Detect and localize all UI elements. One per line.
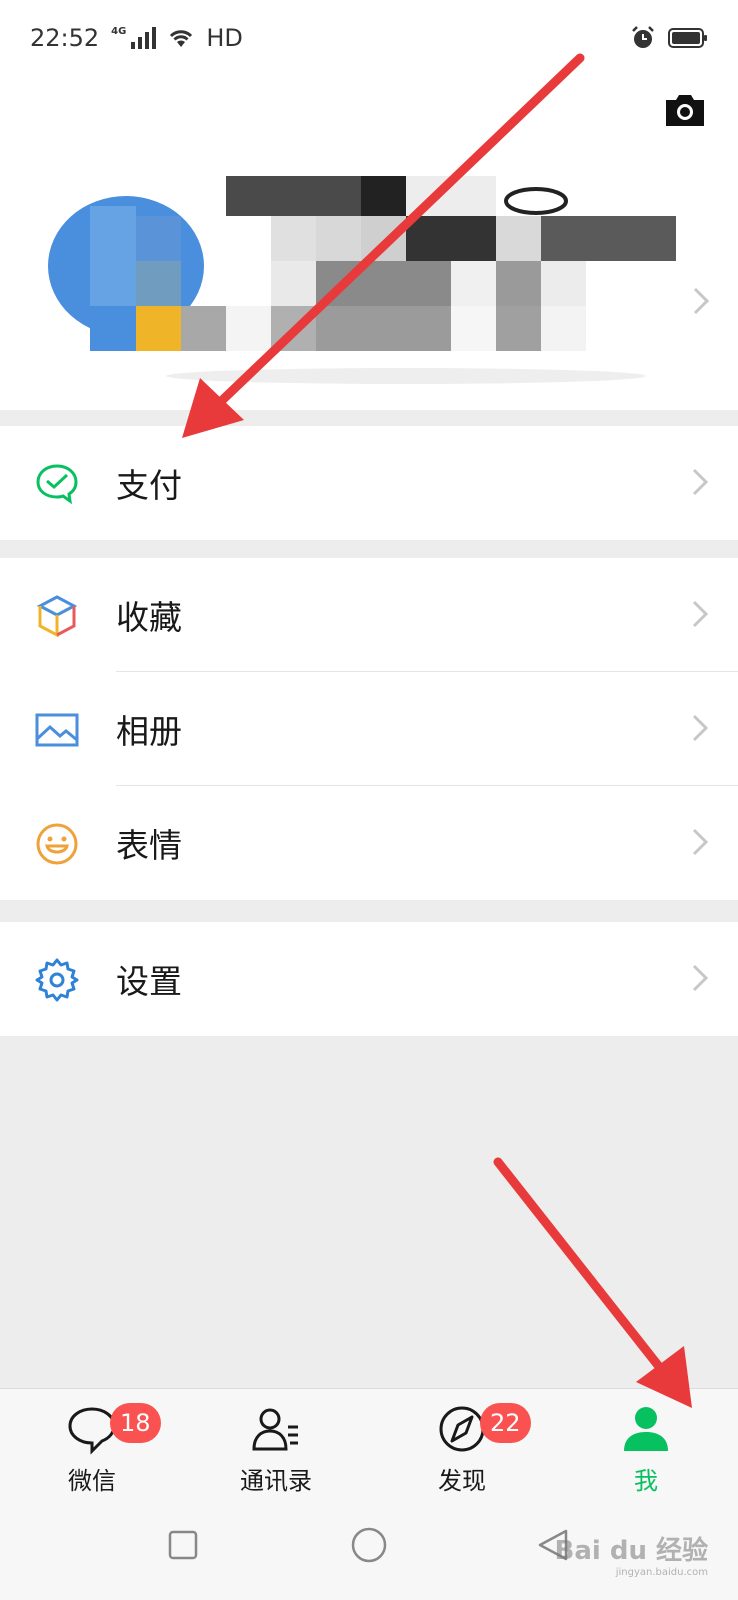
tab-chats-badge: 18 [110, 1403, 161, 1443]
chevron-right-icon [692, 828, 708, 856]
wechat-pay-icon [36, 464, 78, 505]
home-button[interactable] [350, 1526, 388, 1564]
pay-section: 支付 [0, 426, 738, 540]
collection-section: 收藏 相册 表情 [0, 558, 738, 900]
tab-chats[interactable]: 18 微信 [22, 1389, 162, 1501]
status-right [630, 25, 708, 51]
network-type: 4G [111, 26, 127, 37]
menu-item-pay[interactable]: 支付 [0, 426, 738, 540]
menu-item-settings[interactable]: 设置 [0, 922, 738, 1036]
gear-icon [35, 958, 79, 1002]
chevron-right-icon [692, 468, 708, 496]
settings-section: 设置 [0, 922, 738, 1036]
menu-item-stickers[interactable]: 表情 [0, 786, 738, 900]
wifi-icon [170, 30, 193, 47]
me-person-icon [624, 1407, 668, 1451]
tab-me[interactable]: 我 [576, 1389, 716, 1501]
status-left: 22:52 4G HD [30, 24, 243, 52]
contacts-icon [252, 1408, 298, 1451]
menu-label-pay: 支付 [116, 466, 182, 505]
cellular-signal-icon: 4G [111, 26, 157, 49]
menu-label-settings: 设置 [116, 962, 182, 1001]
menu-item-album[interactable]: 相册 [0, 672, 738, 786]
tab-contacts-label: 通讯录 [240, 1467, 312, 1495]
smiley-face-icon [36, 823, 78, 865]
camera-icon[interactable] [662, 86, 708, 132]
profile-info-obscured[interactable] [46, 176, 696, 386]
chevron-right-icon [692, 714, 708, 742]
tab-contacts[interactable]: 通讯录 [206, 1389, 346, 1501]
chevron-right-icon [693, 287, 710, 315]
menu-label-favorites: 收藏 [116, 598, 182, 637]
alarm-icon [632, 26, 654, 48]
profile-header [0, 76, 738, 410]
menu-label-stickers: 表情 [116, 826, 182, 865]
recent-apps-button[interactable] [168, 1530, 198, 1560]
favorites-cube-icon [36, 595, 78, 638]
watermark-brand: Bai du 经验 [554, 1536, 709, 1566]
tab-discover[interactable]: 22 发现 [392, 1389, 532, 1501]
tab-me-label: 我 [634, 1467, 658, 1495]
watermark-url: jingyan.baidu.com [615, 1567, 708, 1578]
album-picture-icon [35, 713, 79, 747]
bottom-tab-bar: 18 微信 通讯录 22 发现 我 [0, 1388, 738, 1500]
tab-chats-label: 微信 [68, 1467, 116, 1495]
menu-item-favorites[interactable]: 收藏 [0, 558, 738, 672]
status-time: 22:52 [30, 24, 100, 52]
baidu-watermark: Bai du 经验 jingyan.baidu.com [555, 1530, 709, 1578]
status-bar: 22:52 4G HD [0, 0, 738, 76]
tab-discover-label: 发现 [438, 1467, 486, 1495]
arrow-to-me-tab [493, 1157, 692, 1408]
chevron-right-icon [692, 600, 708, 628]
hd-indicator: HD [206, 24, 243, 52]
chevron-right-icon [692, 964, 708, 992]
tab-discover-badge: 22 [480, 1403, 531, 1443]
menu-label-album: 相册 [116, 712, 182, 751]
battery-icon [668, 28, 707, 48]
